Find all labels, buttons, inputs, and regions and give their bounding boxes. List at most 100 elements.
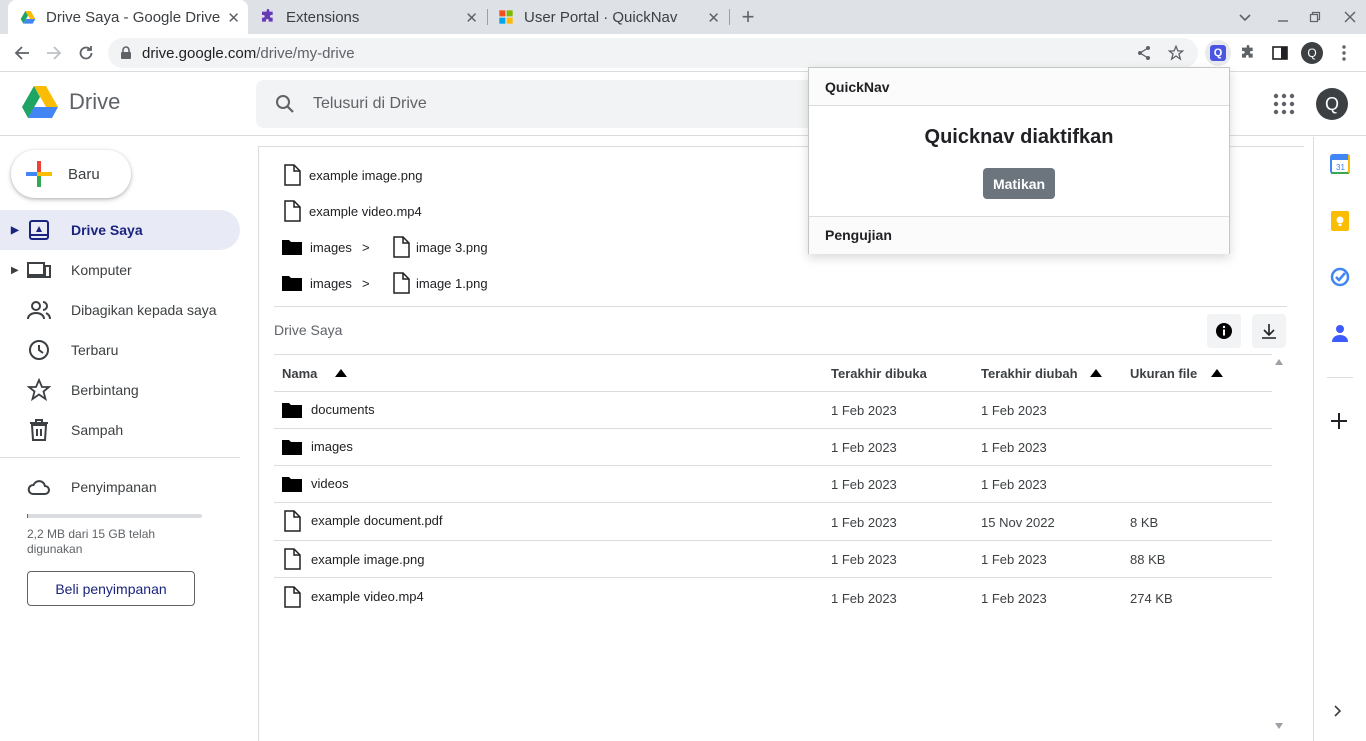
row-name: example image.png: [311, 552, 425, 567]
col-header-modified[interactable]: Terakhir diubah: [981, 354, 1102, 392]
star-icon: [27, 378, 51, 402]
nav-recent[interactable]: Terbaru: [0, 330, 240, 370]
expand-caret-icon[interactable]: ▶: [11, 225, 19, 236]
nav-my-drive[interactable]: ▶ Drive Saya: [0, 210, 240, 250]
quick-access-folder: images: [310, 239, 352, 255]
quick-access-name: image 3.png: [416, 239, 488, 255]
table-row[interactable]: documents 1 Feb 2023 1 Feb 2023: [274, 391, 1272, 428]
file-icon: [393, 272, 410, 294]
quick-access-name: example image.png: [309, 167, 423, 183]
row-size: 274 KB: [1130, 591, 1173, 606]
search-placeholder: Telusuri di Drive: [313, 95, 427, 112]
quick-access-item[interactable]: example image.png: [274, 160, 814, 190]
add-addon-icon[interactable]: [1331, 413, 1347, 429]
quick-access-item[interactable]: images > image 1.png: [274, 268, 814, 298]
row-opened: 1 Feb 2023: [831, 403, 897, 418]
sort-up-icon[interactable]: [1089, 369, 1102, 377]
download-icon: [1262, 324, 1276, 339]
drive-search-bar[interactable]: Telusuri di Drive: [256, 80, 836, 128]
buy-storage-button[interactable]: Beli penyimpanan: [27, 571, 195, 606]
row-modified: 1 Feb 2023: [981, 477, 1047, 492]
drive-logo[interactable]: Drive: [22, 86, 120, 118]
profile-avatar[interactable]: Q: [1301, 42, 1323, 64]
col-header-name[interactable]: Nama: [282, 354, 348, 392]
nav-starred[interactable]: Berbintang: [0, 370, 240, 410]
forward-icon[interactable]: [43, 42, 65, 64]
side-panel-divider: [1327, 377, 1353, 378]
sort-up-icon[interactable]: [335, 369, 348, 377]
side-panel-icon[interactable]: [1269, 42, 1291, 64]
scroll-up-icon[interactable]: [1275, 359, 1283, 365]
col-header-opened[interactable]: Terakhir dibuka: [831, 354, 927, 392]
nav-computers[interactable]: ▶ Komputer: [0, 250, 240, 290]
svg-text:31: 31: [1336, 163, 1345, 172]
contacts-icon[interactable]: [1330, 323, 1350, 343]
table-row[interactable]: images 1 Feb 2023 1 Feb 2023: [274, 428, 1272, 465]
table-row[interactable]: example video.mp4 1 Feb 2023 1 Feb 2023 …: [274, 577, 1272, 615]
extensions-puzzle-icon[interactable]: [1237, 42, 1259, 64]
quick-access-item[interactable]: example video.mp4: [274, 196, 814, 226]
row-opened: 1 Feb 2023: [831, 515, 897, 530]
tab-drive[interactable]: Drive Saya - Google Drive ✕: [8, 0, 248, 34]
tab-search-icon[interactable]: [1229, 0, 1261, 34]
download-button[interactable]: [1252, 314, 1286, 348]
table-row[interactable]: example image.png 1 Feb 2023 1 Feb 2023 …: [274, 540, 1272, 577]
tasks-icon[interactable]: [1330, 267, 1350, 287]
info-icon: [1216, 323, 1232, 339]
expand-caret-icon[interactable]: ▶: [11, 265, 19, 276]
popup-status-title: Quicknav diaktifkan: [924, 126, 1114, 148]
tab-user-portal[interactable]: User Portal · QuickNav ✕: [488, 0, 728, 34]
table-row[interactable]: example document.pdf 1 Feb 2023 15 Nov 2…: [274, 502, 1272, 540]
scroll-down-icon[interactable]: [1275, 723, 1283, 729]
close-tab-icon[interactable]: ✕: [707, 9, 720, 27]
nav-label: Drive Saya: [71, 222, 143, 238]
info-button[interactable]: [1207, 314, 1241, 348]
col-header-size[interactable]: Ukuran file: [1130, 354, 1224, 392]
nav-label: Berbintang: [71, 382, 139, 398]
lock-icon[interactable]: [120, 46, 132, 60]
col-header-label: Terakhir dibuka: [831, 365, 927, 381]
row-size: 8 KB: [1130, 515, 1159, 530]
file-icon: [284, 586, 301, 608]
reload-icon[interactable]: [75, 42, 97, 64]
close-tab-icon[interactable]: ✕: [227, 9, 240, 27]
calendar-icon[interactable]: 31: [1330, 154, 1350, 174]
keep-icon[interactable]: [1330, 211, 1350, 231]
nav-storage[interactable]: Penyimpanan: [0, 467, 240, 507]
bookmark-star-icon[interactable]: [1165, 42, 1187, 64]
table-row[interactable]: videos 1 Feb 2023 1 Feb 2023: [274, 465, 1272, 502]
profile-initial: Q: [1301, 42, 1323, 64]
search-icon[interactable]: [275, 94, 295, 114]
popup-header: QuickNav: [809, 68, 1229, 106]
quick-access-folder: images: [310, 275, 352, 291]
expand-panel-chevron-icon[interactable]: [1334, 705, 1342, 717]
deactivate-button[interactable]: Matikan: [983, 168, 1055, 199]
new-tab-button[interactable]: +: [732, 0, 764, 34]
account-avatar[interactable]: Q: [1316, 88, 1348, 120]
minimize-icon[interactable]: [1267, 0, 1299, 34]
row-name: documents: [311, 402, 375, 417]
nav-shared-with-me[interactable]: Dibagikan kepada saya: [0, 290, 240, 330]
share-icon[interactable]: [1133, 42, 1155, 64]
tab-extensions[interactable]: Extensions ✕: [250, 0, 486, 34]
table-scrollbar[interactable]: [1273, 356, 1285, 734]
close-tab-icon[interactable]: ✕: [465, 9, 478, 27]
apps-grid-icon[interactable]: [1273, 93, 1295, 115]
quicknav-logo: Q: [1210, 45, 1226, 61]
sort-up-icon[interactable]: [1211, 369, 1224, 377]
section-divider: [274, 306, 1287, 307]
browser-menu-icon[interactable]: [1333, 42, 1355, 64]
quick-access-item[interactable]: images > image 3.png: [274, 232, 814, 262]
browser-tab-strip: Drive Saya - Google Drive ✕ Extensions ✕…: [0, 0, 1366, 34]
popup-footer-testing[interactable]: Pengujian: [809, 216, 1229, 254]
nav-trash[interactable]: Sampah: [0, 410, 240, 450]
nav-label: Komputer: [71, 262, 132, 278]
table-top-border: [274, 354, 1272, 355]
quicknav-extension-icon[interactable]: Q: [1205, 40, 1231, 66]
close-window-icon[interactable]: [1334, 0, 1366, 34]
restore-icon[interactable]: [1299, 0, 1331, 34]
new-button[interactable]: Baru: [11, 150, 131, 198]
back-icon[interactable]: [11, 42, 33, 64]
address-bar[interactable]: drive.google.com/drive/my-drive: [108, 38, 1198, 68]
nav-label: Dibagikan kepada saya: [71, 302, 217, 318]
